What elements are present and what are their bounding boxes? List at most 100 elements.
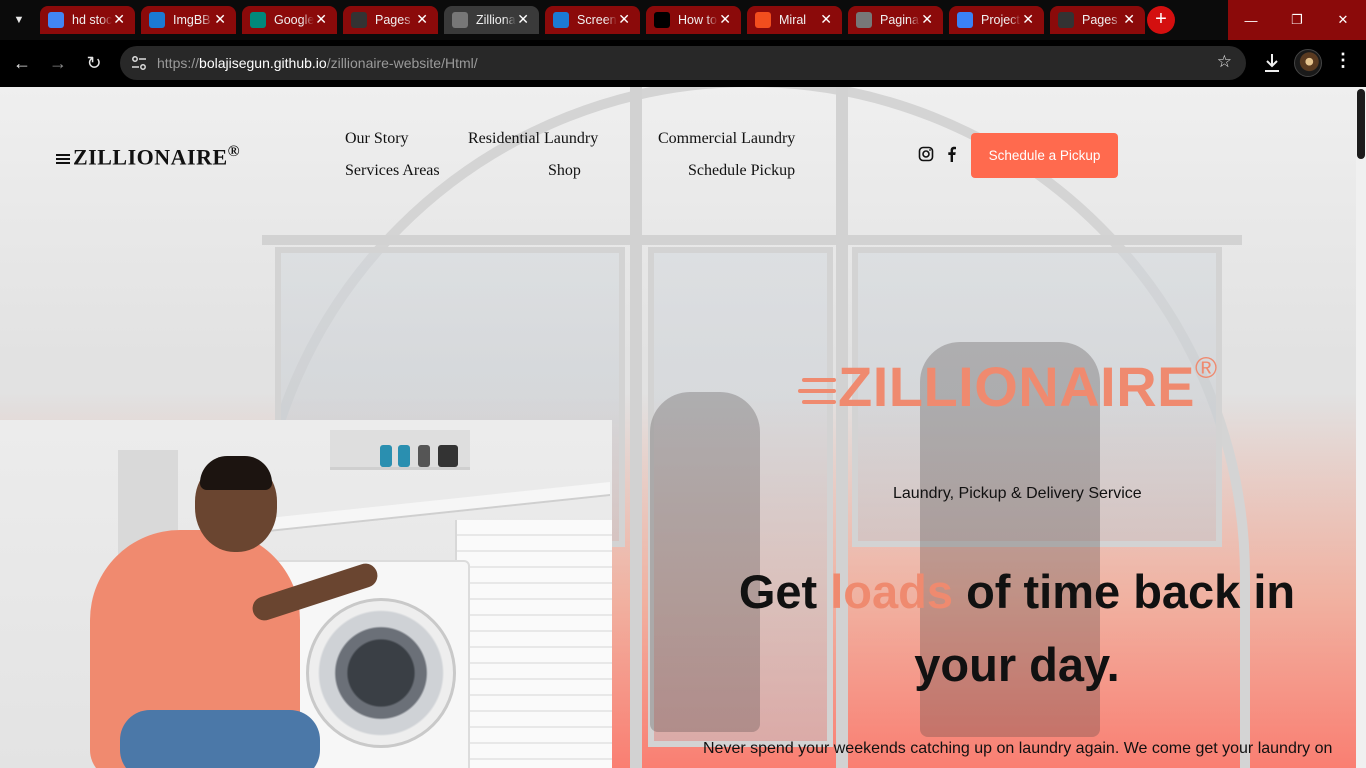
tab-list: hd stock✕ImgBB✕Google Meet✕Pages✕Zillion… xyxy=(40,6,1145,34)
tab-strip: ▼ hd stock✕ImgBB✕Google Meet✕Pages✕Zilli… xyxy=(0,0,1366,40)
tab-title: Screenshot xyxy=(577,13,617,27)
download-icon[interactable] xyxy=(1262,52,1282,74)
tab-title: Miral xyxy=(779,13,807,27)
window-mullion xyxy=(630,87,642,768)
minimize-icon: — xyxy=(1244,12,1258,28)
browser-tab[interactable]: Miral ✕ xyxy=(747,6,842,34)
nav-services-areas[interactable]: Services Areas xyxy=(345,162,440,180)
close-tab-icon[interactable]: ✕ xyxy=(618,11,630,27)
profile-avatar[interactable] xyxy=(1294,49,1322,77)
nav-residential-laundry[interactable]: Residential Laundry xyxy=(468,130,598,148)
chevron-down-icon: ▼ xyxy=(13,14,25,26)
tab-title: Pages xyxy=(375,13,411,27)
jar xyxy=(418,445,430,467)
page-scrollbar[interactable] xyxy=(1356,87,1366,768)
man-hair xyxy=(200,456,272,490)
close-tab-icon[interactable]: ✕ xyxy=(921,11,933,27)
hero-tagline: Laundry, Pickup & Delivery Service xyxy=(893,485,1142,502)
more-menu-icon[interactable]: ⋮ xyxy=(1334,50,1352,71)
close-icon: ✕ xyxy=(1337,12,1349,27)
close-tab-icon[interactable]: ✕ xyxy=(214,11,226,27)
tab-title: Projects xyxy=(981,13,1021,27)
hero-logo: ZILLIONAIRE® xyxy=(796,352,1218,419)
brand-name: ZILLIONAIRE xyxy=(73,144,228,170)
browser-tab[interactable]: Pages ✕ xyxy=(1050,6,1145,34)
browser-tab[interactable]: Google Meet✕ xyxy=(242,6,337,34)
site-settings-icon[interactable] xyxy=(130,54,148,72)
github-icon xyxy=(1058,12,1074,28)
new-tab-button[interactable]: + xyxy=(1147,6,1175,34)
hero-description: Never spend your weekends catching up on… xyxy=(703,740,1333,757)
restore-icon: ❐ xyxy=(1291,12,1303,27)
globe-icon xyxy=(452,12,468,28)
facebook-icon[interactable] xyxy=(944,146,960,162)
jar xyxy=(380,445,392,467)
louvered-cabinet xyxy=(455,520,612,768)
tab-title: ImgBB xyxy=(173,13,211,27)
close-tab-icon[interactable]: ✕ xyxy=(1123,11,1135,27)
jar xyxy=(398,445,410,467)
restore-button[interactable]: ❐ xyxy=(1274,0,1320,40)
tab-title: Pages xyxy=(1082,13,1118,27)
instagram-icon[interactable] xyxy=(918,146,934,162)
browser-tab[interactable]: Pages ✕ xyxy=(343,6,438,34)
tab-title: Google Meet xyxy=(274,13,314,27)
browser-tab[interactable]: Pagination✕ xyxy=(848,6,943,34)
google-icon xyxy=(48,12,64,28)
brand-logo[interactable]: ZILLIONAIRE® xyxy=(56,143,240,170)
laundry-photo xyxy=(0,420,612,768)
page-viewport: ZILLIONAIRE® Our Story Residential Laund… xyxy=(0,87,1366,768)
washer-door xyxy=(306,598,456,748)
nav-shop[interactable]: Shop xyxy=(548,162,581,180)
nav-our-story[interactable]: Our Story xyxy=(345,130,409,148)
github-icon xyxy=(351,12,367,28)
tab-title: Pagination xyxy=(880,13,920,27)
imgbb-icon xyxy=(553,12,569,28)
close-tab-icon[interactable]: ✕ xyxy=(113,11,125,27)
globe-icon xyxy=(856,12,872,28)
jar xyxy=(438,445,458,467)
hero-registered-mark: ® xyxy=(1195,352,1218,385)
close-tab-icon[interactable]: ✕ xyxy=(1022,11,1034,27)
close-tab-icon[interactable]: ✕ xyxy=(719,11,731,27)
close-tab-icon[interactable]: ✕ xyxy=(315,11,327,27)
browser-tab[interactable]: Zillionaire✕ xyxy=(444,6,539,34)
meet-icon xyxy=(250,12,266,28)
imgbb-icon xyxy=(149,12,165,28)
man-jeans xyxy=(120,710,320,768)
browser-toolbar: ← → ↻ https://bolajisegun.github.io/zill… xyxy=(0,40,1366,87)
schedule-pickup-button[interactable]: Schedule a Pickup xyxy=(971,133,1118,178)
headline-end: of time back in your day. xyxy=(914,565,1296,691)
scrollbar-thumb[interactable] xyxy=(1357,89,1365,159)
nav-schedule-pickup[interactable]: Schedule Pickup xyxy=(688,162,795,180)
registered-mark: ® xyxy=(227,143,241,160)
reload-button[interactable]: ↻ xyxy=(82,52,106,76)
tab-title: hd stock xyxy=(72,13,112,27)
close-tab-icon[interactable]: ✕ xyxy=(517,11,529,27)
forward-button[interactable]: → xyxy=(46,52,70,76)
app-icon xyxy=(957,12,973,28)
minimize-button[interactable]: — xyxy=(1228,0,1274,40)
browser-tab[interactable]: hd stock✕ xyxy=(40,6,135,34)
browser-tab[interactable]: Screenshot✕ xyxy=(545,6,640,34)
tab-title: Zillionaire xyxy=(476,13,516,27)
menu-lines-icon xyxy=(56,154,70,165)
headline-start: Get xyxy=(738,565,831,618)
close-tab-icon[interactable]: ✕ xyxy=(416,11,428,27)
nav-commercial-laundry[interactable]: Commercial Laundry xyxy=(658,130,795,148)
hero-headline: Get loads of time back in your day. xyxy=(700,555,1334,701)
browser-tab[interactable]: How to ✕ xyxy=(646,6,741,34)
hero-logo-text: ZILLIONAIRE xyxy=(838,355,1196,418)
figma-icon xyxy=(755,12,771,28)
browser-tab[interactable]: Projects✕ xyxy=(949,6,1044,34)
close-window-button[interactable]: ✕ xyxy=(1320,0,1366,40)
back-button[interactable]: ← xyxy=(10,52,34,76)
bookmark-star-icon[interactable]: ☆ xyxy=(1217,52,1232,72)
address-bar[interactable]: https://bolajisegun.github.io/zillionair… xyxy=(120,46,1246,80)
tab-title: How to xyxy=(678,13,717,27)
browser-tab[interactable]: ImgBB ✕ xyxy=(141,6,236,34)
close-tab-icon[interactable]: ✕ xyxy=(820,11,832,27)
window-transom xyxy=(262,235,1242,245)
tab-search-button[interactable]: ▼ xyxy=(6,8,32,32)
url-text[interactable]: https://bolajisegun.github.io/zillionair… xyxy=(157,55,478,71)
